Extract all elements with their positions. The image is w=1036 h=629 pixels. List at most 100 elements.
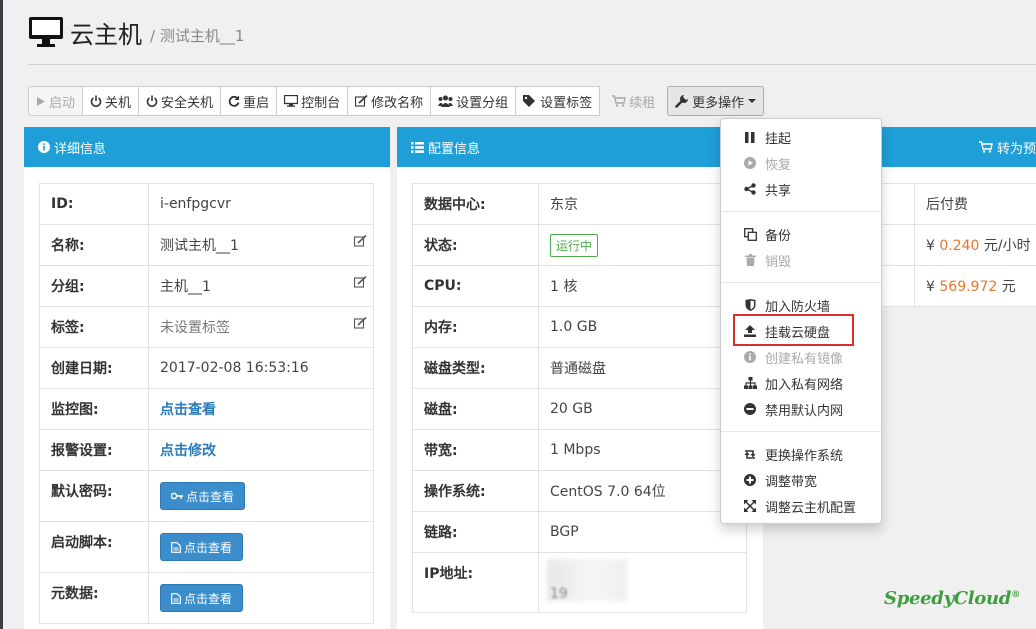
rename-label: 修改名称 xyxy=(371,95,424,111)
safe-shutdown-label: 安全关机 xyxy=(161,95,214,111)
monthly-price: 569.972 xyxy=(939,279,998,295)
group-cell: 主机__1 xyxy=(148,265,374,307)
monitor-view-link[interactable]: 点击查看 xyxy=(160,402,216,418)
table-row: 操作系统: CentOS 7.0 64位 xyxy=(412,470,747,512)
menu-item-backup[interactable]: 备份 xyxy=(721,222,881,246)
datacenter-key: 数据中心: xyxy=(412,183,539,225)
console-button[interactable]: 控制台 xyxy=(276,86,349,116)
line-value: BGP xyxy=(538,511,747,553)
status-badge: 运行中 xyxy=(550,233,599,257)
start-button[interactable]: 启动 xyxy=(28,86,84,116)
menu-item-label: 备份 xyxy=(765,228,792,244)
view-metadata-button[interactable]: 点击查看 xyxy=(160,584,244,612)
menu-item-share[interactable]: 共享 xyxy=(721,177,881,201)
menu-item-suspend[interactable]: 挂起 xyxy=(721,125,881,149)
info-icon xyxy=(743,351,757,363)
menu-item-disable-intranet[interactable]: 禁用默认内网 xyxy=(721,397,881,421)
sitemap-icon xyxy=(743,377,757,389)
tags-icon xyxy=(523,95,537,107)
rename-button[interactable]: 修改名称 xyxy=(347,86,432,116)
table-row: 报警设置: 点击修改 xyxy=(39,429,374,471)
speedycloud-logo: SpeedyCloud® xyxy=(884,588,1020,609)
start-label: 启动 xyxy=(49,95,76,111)
users-icon xyxy=(438,95,454,107)
detail-panel-header: 详细信息 xyxy=(24,127,390,167)
table-row: 创建日期: 2017-02-08 16:53:16 xyxy=(39,347,374,389)
menu-item-adjust-bandwidth[interactable]: 调整带宽 xyxy=(721,468,881,492)
view-script-button[interactable]: 点击查看 xyxy=(160,533,244,561)
set-group-button[interactable]: 设置分组 xyxy=(430,86,517,116)
hourly-unit: 元/小时 xyxy=(983,238,1031,254)
refresh-icon xyxy=(228,95,240,107)
name-key: 名称: xyxy=(39,224,149,266)
minus-circle-icon xyxy=(743,403,757,415)
key-icon xyxy=(171,492,183,500)
menu-item-resume[interactable]: 恢复 xyxy=(721,151,881,175)
edit-icon xyxy=(355,95,368,107)
menu-item-private-network[interactable]: 加入私有网络 xyxy=(721,371,881,395)
shutdown-button[interactable]: 关机 xyxy=(82,86,140,116)
table-row: IP地址: 19 xyxy=(412,552,747,613)
ip-value: 19 xyxy=(550,586,568,602)
hourly-price-cell: ¥ 0.240 元/小时 xyxy=(914,224,1036,266)
trash-icon xyxy=(743,254,757,266)
table-row: 分组: 主机__1 xyxy=(39,265,374,307)
breadcrumb: / 测试主机__1 xyxy=(150,26,245,45)
menu-item-label: 共享 xyxy=(765,183,792,199)
id-key: ID: xyxy=(39,183,149,225)
disk-type-key: 磁盘类型: xyxy=(412,347,539,389)
menu-item-label: 调整带宽 xyxy=(765,474,818,490)
password-key: 默认密码: xyxy=(39,470,149,522)
restart-button[interactable]: 重启 xyxy=(220,86,278,116)
table-row: CPU: 1 核 xyxy=(412,265,747,307)
menu-item-label: 禁用默认内网 xyxy=(765,403,844,419)
tag-key: 标签: xyxy=(39,306,149,348)
menu-item-resize[interactable]: 调整云主机配置 xyxy=(721,494,881,518)
power-icon xyxy=(90,95,102,107)
set-tag-button[interactable]: 设置标签 xyxy=(515,86,601,116)
menu-item-label: 创建私有镜像 xyxy=(765,351,844,367)
detail-panel-title: 详细信息 xyxy=(54,141,107,157)
renew-button[interactable]: 续租 xyxy=(604,86,663,116)
more-actions-button[interactable]: 更多操作 xyxy=(667,86,765,116)
edit-tag-icon[interactable] xyxy=(353,316,367,333)
page-header: 云主机 / 测试主机__1 xyxy=(28,12,244,52)
group-key: 分组: xyxy=(39,265,149,307)
memory-value: 1.0 GB xyxy=(538,306,747,348)
menu-item-destroy[interactable]: 销毁 xyxy=(721,248,881,272)
group-value: 主机__1 xyxy=(160,279,211,295)
view-password-button[interactable]: 点击查看 xyxy=(160,482,246,510)
cart-icon xyxy=(978,141,993,153)
window-edge xyxy=(0,0,3,629)
header-divider xyxy=(28,64,1036,65)
tag-value: 未设置标签 xyxy=(160,320,230,336)
highlight-box xyxy=(733,314,854,346)
view-script-label: 点击查看 xyxy=(184,540,233,555)
renew-label: 续租 xyxy=(629,95,656,111)
menu-item-change-os[interactable]: 更换操作系统 xyxy=(721,442,881,466)
registered-mark: ® xyxy=(1011,590,1020,600)
plus-circle-icon xyxy=(743,474,757,486)
cart-icon xyxy=(612,95,626,107)
config-panel-header: 配置信息 xyxy=(397,127,763,167)
status-key: 状态: xyxy=(412,224,539,266)
convert-prepaid-button[interactable]: 转为预 xyxy=(997,138,1036,157)
bandwidth-value: 1 Mbps xyxy=(538,429,747,471)
edit-name-icon[interactable] xyxy=(353,234,367,251)
menu-item-create-image[interactable]: 创建私有镜像 xyxy=(721,345,881,369)
share-icon xyxy=(743,183,757,195)
currency-symbol: ¥ xyxy=(926,238,935,254)
edit-group-icon[interactable] xyxy=(353,275,367,292)
menu-divider xyxy=(721,282,881,283)
menu-divider xyxy=(721,431,881,432)
datacenter-value: 东京 xyxy=(538,183,747,225)
copy-icon xyxy=(743,227,757,241)
toolbar: 启动 关机 安全关机 重启 控制台 修改名称 设置分组 设置标签 续租 更多操作 xyxy=(28,86,765,116)
detail-table: ID: i-enfpgcvr 名称: 测试主机__1 分组: 主机__1 标签:… xyxy=(39,183,374,624)
file-icon xyxy=(171,592,181,604)
safe-shutdown-button[interactable]: 安全关机 xyxy=(138,86,222,116)
tag-cell: 未设置标签 xyxy=(148,306,374,348)
menu-divider xyxy=(721,211,881,212)
config-panel-title: 配置信息 xyxy=(428,141,481,157)
alarm-edit-link[interactable]: 点击修改 xyxy=(160,443,216,459)
